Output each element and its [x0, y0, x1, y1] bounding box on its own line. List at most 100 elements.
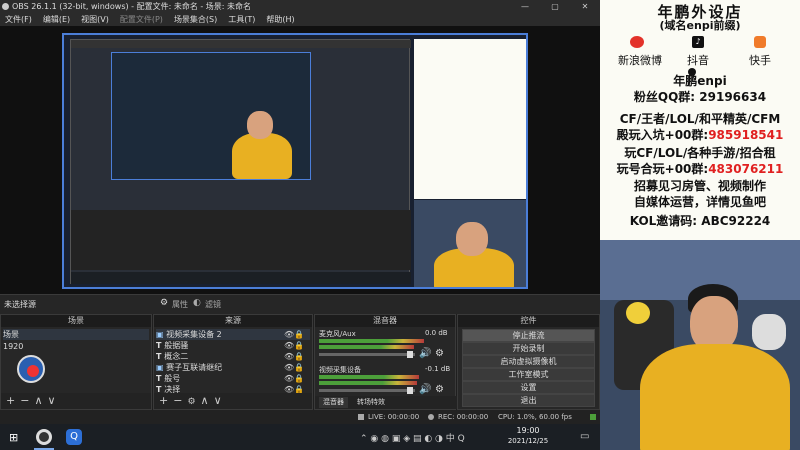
add-source-icon[interactable]: + [159, 394, 168, 407]
remove-scene-icon[interactable]: − [20, 394, 29, 407]
minimize-button[interactable]: — [510, 0, 540, 13]
audio-meter [319, 381, 417, 385]
pikachu-plush [626, 302, 650, 324]
mixer-channel-db: 0.0 dB [425, 329, 448, 337]
obs-statusbar: LIVE: 00:00:00 REC: 00:00:00 CPU: 1.0%, … [0, 410, 600, 424]
browser-taskbar-icon[interactable]: Q [66, 429, 82, 445]
move-up-icon[interactable]: ∧ [34, 394, 42, 407]
source-gear-icon[interactable]: ⚙ [187, 397, 195, 407]
taskbar-date: 2021/12/25 [507, 437, 549, 445]
audio-meter [319, 339, 424, 343]
stop-streaming-button[interactable]: 停止推流 [462, 329, 595, 342]
properties-button[interactable]: 属性 [172, 299, 188, 310]
menu-bar: 文件(F) 编辑(E) 视图(V) 配置文件(P) 场景集合(S) 工具(T) 帮助(H) [0, 13, 600, 26]
studio-mode-button[interactable]: 工作室模式 [462, 368, 595, 381]
source-toolbar: 未选择源 ⚙ 属性 ◐ 滤镜 [0, 294, 600, 314]
menu-tools[interactable]: 工具(T) [228, 15, 255, 24]
preview-canvas[interactable] [62, 33, 528, 289]
system-tray-icons[interactable]: ⌃ ◉ ◍ ▣ ◈ ▤ ◐ ◑ 中 Q [360, 431, 465, 444]
speaker-icon[interactable]: 🔊 [419, 348, 431, 359]
nested-promo [414, 39, 526, 199]
social-kuaishou: 快手 [749, 54, 771, 67]
promo-kol-code: KOL邀请码: ABC92224 [629, 214, 771, 228]
promo-line1: CF/王者/LOL/和平精英/CFM [619, 112, 781, 126]
window-capture-icon: ▣ [156, 363, 167, 372]
menu-edit[interactable]: 编辑(E) [43, 15, 70, 24]
promo-fans-group: 粉丝QQ群: 29196634 [633, 90, 767, 104]
video-capture-icon: ▣ [156, 330, 167, 339]
tab-mixer[interactable]: 混音器 [319, 397, 348, 408]
rec-time: REC: 00:00:00 [438, 413, 489, 421]
live-indicator-icon [358, 414, 364, 420]
mixer-gear-icon[interactable]: ⚙ [435, 348, 444, 359]
kuaishou-icon [754, 36, 766, 48]
filters-button[interactable]: 滤镜 [205, 299, 221, 310]
webcam-feed [600, 240, 800, 450]
weibo-icon [630, 36, 644, 48]
cpu-fps: CPU: 1.0%, 60.00 fps [498, 413, 572, 421]
promo-name: 年鹏enpi [673, 74, 727, 88]
move-down-icon[interactable]: ∨ [214, 394, 222, 407]
start-recording-button[interactable]: 开始录制 [462, 342, 595, 355]
social-douyin: 抖音 [687, 54, 709, 67]
speaker-icon[interactable]: 🔊 [419, 384, 431, 395]
filters-icon: ◐ [193, 298, 201, 308]
volume-slider[interactable] [319, 351, 415, 358]
sources-footer: + − ⚙ ∧ ∨ [154, 393, 312, 409]
volume-slider-handle[interactable] [407, 387, 413, 394]
add-scene-icon[interactable]: + [6, 394, 15, 407]
mixer-dock-title: 混音器 [315, 315, 455, 327]
menu-help[interactable]: 帮助(H) [266, 15, 294, 24]
volume-slider[interactable] [319, 387, 415, 394]
sources-dock: 来源 ▣ 视频采集设备 2 T 般据骚 T 概念二 ▣ 赛子互联请继纪 T 般号… [153, 314, 313, 410]
nested-titlebar [71, 40, 411, 48]
mixer-dock: 混音器 麦克风/Aux 0.0 dB 🔊 ⚙ 视频采集设备 -0.1 dB 🔊 … [314, 314, 457, 410]
scene-item[interactable]: 1920 [3, 341, 23, 352]
scene-item[interactable]: 场景 [3, 329, 149, 340]
menu-file[interactable]: 文件(F) [5, 15, 32, 24]
close-button[interactable]: ✕ [570, 0, 600, 13]
no-source-label: 未选择源 [4, 300, 36, 309]
source-item[interactable]: T 概念二 [156, 351, 188, 362]
menu-profile[interactable]: 配置文件(P) [120, 15, 163, 24]
promo-line5: 招募见习房管、视频制作 [633, 179, 766, 193]
visibility-lock-icons[interactable]: 👁🔒 👁🔒 👁🔒 👁🔒 👁🔒 👁🔒 [284, 329, 304, 395]
nested-person [232, 133, 292, 179]
notification-icon[interactable]: ▭ [580, 431, 589, 442]
move-up-icon[interactable]: ∧ [201, 394, 209, 407]
source-item[interactable]: ▣ 赛子互联请继纪 [156, 362, 222, 373]
volume-slider-handle[interactable] [407, 351, 413, 358]
audio-meter [319, 375, 419, 379]
rec-indicator-icon [428, 414, 434, 420]
maximize-button[interactable]: ▢ [540, 0, 570, 13]
panda-plush [752, 314, 786, 350]
promo-panel: 年鹏外设店 (域名enpi前缀) ♪ 新浪微博 抖音 快手 年鹏enpi 粉丝Q… [600, 0, 800, 240]
menu-view[interactable]: 视图(V) [81, 15, 109, 24]
window-title: OBS 26.1.1 (32-bit, windows) - 配置文件: 未命名… [12, 2, 252, 11]
person-hoodie [640, 344, 790, 450]
mixer-channel-name: 麦克风/Aux [319, 330, 356, 338]
mixer-channel-db: -0.1 dB [425, 365, 451, 373]
taskbar: ⊞ Q ⌃ ◉ ◍ ▣ ◈ ▤ ◐ ◑ 中 Q 19:00 2021/12/25… [0, 424, 600, 450]
nested-preview [111, 52, 311, 180]
promo-line4: 玩号合玩+00群:483076211 [616, 162, 784, 176]
settings-button[interactable]: 设置 [462, 381, 595, 394]
menu-scene-collection[interactable]: 场景集合(S) [174, 15, 217, 24]
source-item[interactable]: T 般号 [156, 373, 180, 384]
move-down-icon[interactable]: ∨ [48, 394, 56, 407]
windows-start-icon[interactable]: ⊞ [9, 432, 18, 443]
mixer-channel-name: 视频采集设备 [319, 366, 361, 374]
remove-source-icon[interactable]: − [173, 394, 182, 407]
exit-button[interactable]: 退出 [462, 394, 595, 407]
mixer-gear-icon[interactable]: ⚙ [435, 384, 444, 395]
source-item[interactable]: T 般据骚 [156, 340, 188, 351]
obs-taskbar-icon[interactable] [36, 429, 52, 445]
avatar-center [27, 365, 39, 377]
audio-meter [319, 345, 414, 349]
promo-line6: 自媒体运营，详情见鱼吧 [633, 195, 766, 209]
stream-health-icon [590, 414, 596, 420]
nested-docks [71, 210, 411, 270]
tab-transitions[interactable]: 转场特效 [357, 397, 385, 408]
start-virtual-camera-button[interactable]: 启动虚拟摄像机 [462, 355, 595, 368]
scenes-dock-title: 场景 [1, 315, 151, 327]
